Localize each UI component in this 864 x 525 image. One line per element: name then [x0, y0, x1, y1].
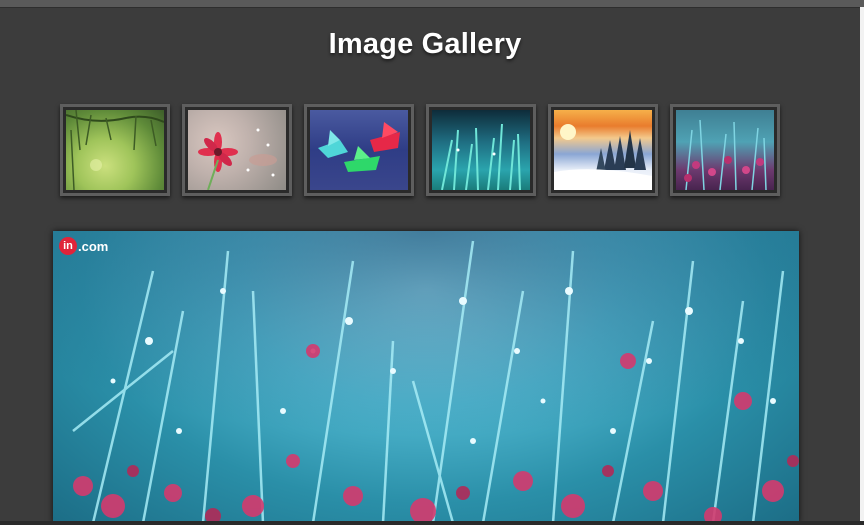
page-title: Image Gallery: [328, 28, 522, 60]
window-right-edge: [860, 7, 864, 525]
thumbnail-3[interactable]: [304, 104, 414, 196]
window-top-strip: [0, 0, 864, 8]
thumbnail-1-image: [66, 110, 164, 190]
thumbnail-1[interactable]: [60, 104, 170, 196]
thumbnail-2-image: [188, 110, 286, 190]
thumbnail-6-image: [676, 110, 774, 190]
watermark-logo: in .com: [59, 237, 108, 255]
thumbnail-4-image: [432, 110, 530, 190]
watermark-text: .com: [78, 238, 109, 254]
thumbnail-6[interactable]: [670, 104, 780, 196]
main-image: in .com: [53, 231, 799, 523]
thumbnail-5[interactable]: [548, 104, 658, 196]
watermark-badge: in: [59, 237, 77, 255]
thumbnail-5-image: [554, 110, 652, 190]
main-image-art: [53, 231, 799, 523]
bottom-bar: [0, 521, 864, 525]
thumbnail-2[interactable]: [182, 104, 292, 196]
thumbnail-4[interactable]: [426, 104, 536, 196]
thumbnail-3-image: [310, 110, 408, 190]
